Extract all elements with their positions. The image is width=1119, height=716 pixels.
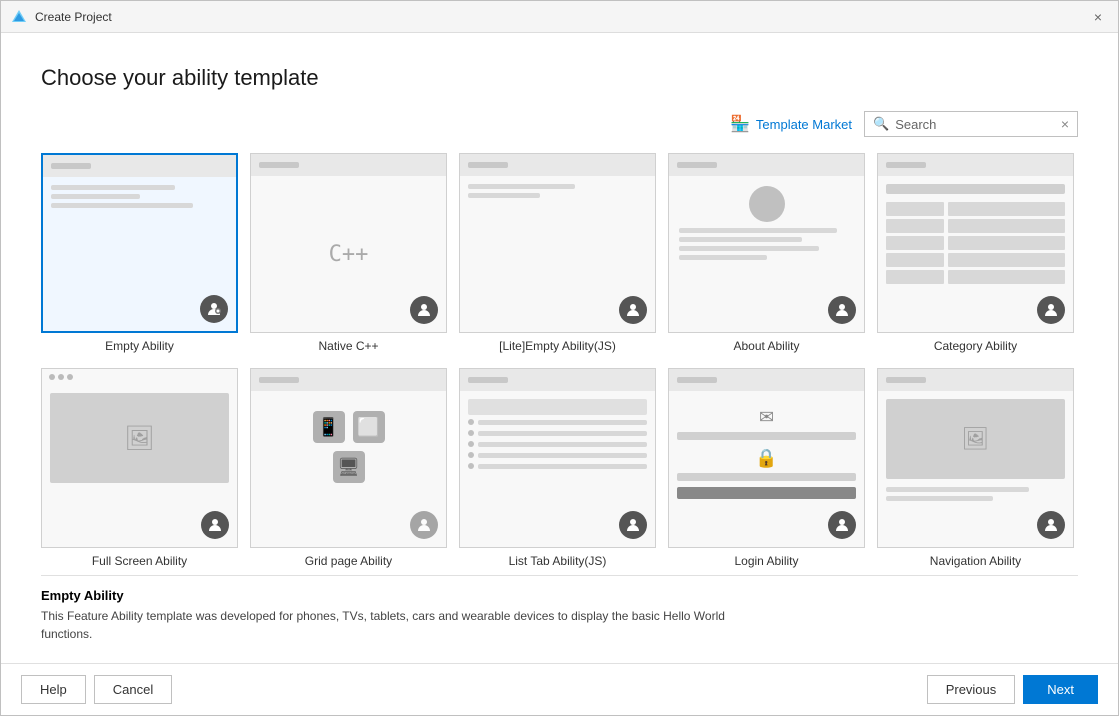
badge-grid [410, 511, 438, 539]
thumb-header-cpp [251, 154, 446, 176]
badge-empty-ability [200, 295, 228, 323]
template-label-grid: Grid page Ability [305, 554, 392, 568]
template-thumbnail-lite [459, 153, 656, 333]
template-card-grid-page[interactable]: 📱 ⬜ 🖥 Grid page Ability [250, 368, 447, 571]
content-area: Choose your ability template 🏪 Template … [1, 33, 1118, 663]
page-title: Choose your ability template [41, 65, 1078, 91]
template-thumbnail-empty-ability [41, 153, 238, 333]
thumb-header-grid [251, 369, 446, 391]
badge-about [828, 296, 856, 324]
template-label-native-cpp: Native C++ [318, 339, 378, 353]
thumb-header-lite [460, 154, 655, 176]
template-label-empty-ability: Empty Ability [105, 339, 174, 353]
template-thumbnail-fullscreen: 🖼 [41, 368, 238, 548]
badge-lite [619, 296, 647, 324]
template-thumbnail-category [877, 153, 1074, 333]
template-thumbnail-grid: 📱 ⬜ 🖥 [250, 368, 447, 548]
template-thumbnail-login: ✉ 🔒 [668, 368, 865, 548]
description-section: Empty Ability This Feature Ability templ… [41, 575, 1078, 643]
badge-native-cpp [410, 296, 438, 324]
template-card-category-ability[interactable]: Category Ability [877, 153, 1074, 356]
search-clear-icon[interactable]: × [1061, 116, 1069, 132]
template-label-navigation: Navigation Ability [930, 554, 1021, 568]
template-thumbnail-navigation: 🖼 [877, 368, 1074, 548]
description-text-part1: This Feature Ability template was develo… [41, 609, 725, 623]
template-card-list-tab[interactable]: List Tab Ability(JS) [459, 368, 656, 571]
search-box: 🔍 × [864, 111, 1078, 137]
cancel-button[interactable]: Cancel [94, 675, 172, 704]
badge-login [828, 511, 856, 539]
badge-category [1037, 296, 1065, 324]
template-label-lite: [Lite]Empty Ability(JS) [499, 339, 616, 353]
template-card-empty-ability[interactable]: Empty Ability [41, 153, 238, 356]
market-icon: 🏪 [730, 114, 750, 134]
thumb-body [43, 177, 236, 220]
template-thumbnail-native-cpp: C++ [250, 153, 447, 333]
badge-fullscreen [201, 511, 229, 539]
previous-button[interactable]: Previous [927, 675, 1016, 704]
footer-left: Help Cancel [21, 675, 172, 704]
thumb-header-about [669, 154, 864, 176]
template-market-button[interactable]: 🏪 Template Market [730, 114, 852, 134]
template-card-about-ability[interactable]: About Ability [668, 153, 865, 356]
thumb-header [43, 155, 236, 177]
title-bar-left: Create Project [11, 9, 112, 25]
footer: Help Cancel Previous Next [1, 663, 1118, 715]
badge-navigation [1037, 511, 1065, 539]
toolbar: 🏪 Template Market 🔍 × [41, 111, 1078, 137]
footer-right: Previous Next [927, 675, 1098, 704]
thumb-header-nav [878, 369, 1073, 391]
template-card-full-screen[interactable]: 🖼 Full Screen Ability [41, 368, 238, 571]
template-label-fullscreen: Full Screen Ability [92, 554, 187, 568]
search-input[interactable] [895, 117, 1055, 132]
window-title: Create Project [35, 10, 112, 24]
help-button[interactable]: Help [21, 675, 86, 704]
close-button[interactable]: × [1088, 7, 1108, 27]
badge-list [619, 511, 647, 539]
thumb-header-category [878, 154, 1073, 176]
template-thumbnail-list [459, 368, 656, 548]
template-label-login: Login Ability [734, 554, 798, 568]
templates-grid: Empty Ability C++ Native C++ [41, 153, 1078, 571]
app-icon [11, 9, 27, 25]
template-label-category: Category Ability [934, 339, 1017, 353]
description-text-part2: functions. [41, 627, 92, 641]
template-label-list: List Tab Ability(JS) [509, 554, 607, 568]
main-window: Create Project × Choose your ability tem… [0, 0, 1119, 716]
thumb-header-login [669, 369, 864, 391]
description-title: Empty Ability [41, 588, 1078, 603]
title-bar: Create Project × [1, 1, 1118, 33]
description-text: This Feature Ability template was develo… [41, 607, 1078, 643]
template-card-login[interactable]: ✉ 🔒 Login Ability [668, 368, 865, 571]
search-icon: 🔍 [873, 116, 889, 132]
template-card-lite-empty-js[interactable]: [Lite]Empty Ability(JS) [459, 153, 656, 356]
template-market-label: Template Market [756, 117, 852, 132]
thumb-header-list [460, 369, 655, 391]
template-card-navigation[interactable]: 🖼 Navigation Ability [877, 368, 1074, 571]
template-label-about: About Ability [733, 339, 799, 353]
template-thumbnail-about [668, 153, 865, 333]
template-card-native-cpp[interactable]: C++ Native C++ [250, 153, 447, 356]
next-button[interactable]: Next [1023, 675, 1098, 704]
